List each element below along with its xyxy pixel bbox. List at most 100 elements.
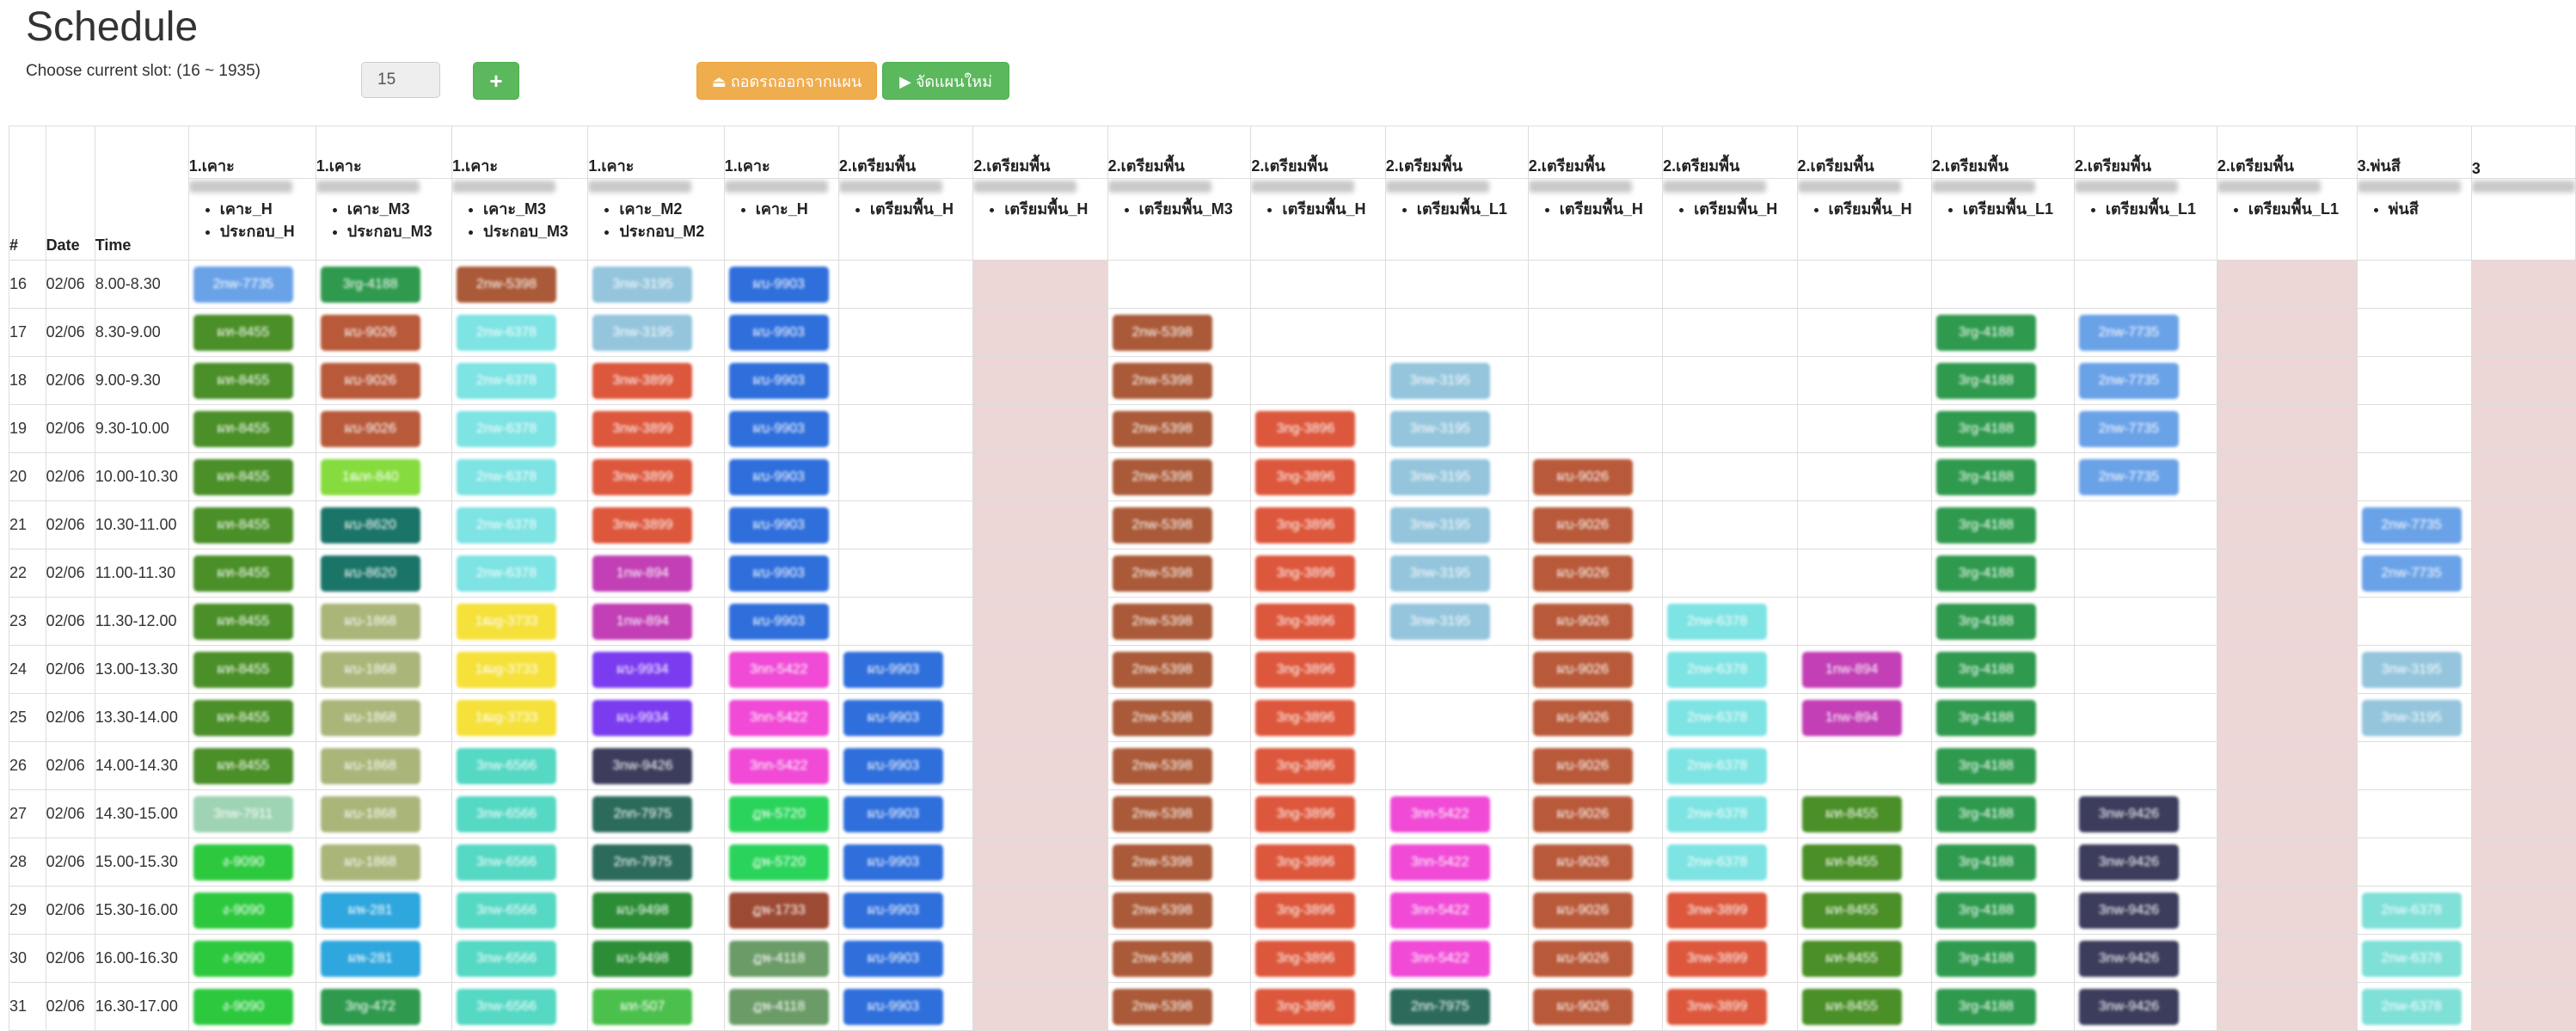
car-chip[interactable]: 3rg-4188: [1935, 940, 2036, 977]
car-chip[interactable]: 3nw-3195: [592, 314, 693, 351]
car-chip[interactable]: ผบ-9903: [728, 314, 829, 351]
car-chip[interactable]: ง-9090: [193, 940, 293, 977]
car-chip[interactable]: 3ng-472: [320, 988, 420, 1025]
car-chip[interactable]: 2nw-5398: [1112, 458, 1212, 495]
car-chip[interactable]: ผท-8455: [1801, 988, 1902, 1025]
car-chip[interactable]: 3nw-9426: [592, 747, 693, 784]
car-chip[interactable]: 3ng-3896: [1255, 555, 1356, 592]
car-chip[interactable]: ผบ-1868: [320, 747, 420, 784]
car-chip[interactable]: ผบ-9026: [1532, 458, 1633, 495]
car-chip[interactable]: 3rg-4188: [1935, 795, 2036, 832]
car-chip[interactable]: ผท-8455: [193, 410, 293, 447]
car-chip[interactable]: ผบ-1868: [320, 844, 420, 881]
car-chip[interactable]: 2nn-7975: [1389, 988, 1490, 1025]
car-chip[interactable]: 1ฒท-840: [320, 458, 420, 495]
car-chip[interactable]: 2nw-7735: [2361, 555, 2462, 592]
car-chip[interactable]: ผบ-9026: [1532, 940, 1633, 977]
car-chip[interactable]: 2nw-5398: [1112, 988, 1212, 1025]
car-chip[interactable]: 3rg-4188: [1935, 410, 2036, 447]
car-chip[interactable]: ผบ-9026: [1532, 795, 1633, 832]
car-chip[interactable]: 3nw-9426: [2078, 844, 2179, 881]
current-slot-input[interactable]: [361, 62, 440, 98]
car-chip[interactable]: ผบ-8620: [320, 555, 420, 592]
car-chip[interactable]: ผท-8455: [1801, 892, 1902, 929]
car-chip[interactable]: ผบ-9903: [728, 555, 829, 592]
car-chip[interactable]: ผบ-9498: [592, 940, 693, 977]
car-chip[interactable]: ผท-8455: [193, 555, 293, 592]
car-chip[interactable]: ผบ-1868: [320, 603, 420, 640]
car-chip[interactable]: ผบ-1868: [320, 651, 420, 688]
car-chip[interactable]: ผท-8455: [193, 699, 293, 736]
car-chip[interactable]: 3nw-9426: [2078, 940, 2179, 977]
car-chip[interactable]: 3ng-3896: [1255, 651, 1356, 688]
car-chip[interactable]: 3nw-3899: [1667, 988, 1768, 1025]
car-chip[interactable]: ผท-8455: [193, 506, 293, 543]
car-chip[interactable]: ผบ-9934: [592, 699, 693, 736]
car-chip[interactable]: 3nn-5422: [1389, 892, 1490, 929]
car-chip[interactable]: 2nw-6378: [1667, 795, 1768, 832]
car-chip[interactable]: ฎพ-4118: [728, 988, 829, 1025]
car-chip[interactable]: ผบ-8620: [320, 506, 420, 543]
car-chip[interactable]: 2nw-5398: [457, 266, 557, 303]
car-chip[interactable]: ผบ-9903: [843, 747, 943, 784]
car-chip[interactable]: 2nw-6378: [457, 314, 557, 351]
car-chip[interactable]: ผบ-9903: [843, 844, 943, 881]
car-chip[interactable]: ผบ-9026: [1532, 603, 1633, 640]
car-chip[interactable]: 2nw-6378: [2361, 988, 2462, 1025]
car-chip[interactable]: ผบ-9026: [320, 410, 420, 447]
car-chip[interactable]: ผท-8455: [193, 603, 293, 640]
car-chip[interactable]: 2nw-5398: [1112, 410, 1212, 447]
car-chip[interactable]: 3nw-9426: [2078, 892, 2179, 929]
replan-button[interactable]: ▶ จัดแผนใหม่: [882, 62, 1009, 100]
car-chip[interactable]: 2nw-6378: [457, 410, 557, 447]
car-chip[interactable]: 3ng-3896: [1255, 506, 1356, 543]
car-chip[interactable]: 2nw-5398: [1112, 651, 1212, 688]
car-chip[interactable]: 2nw-5398: [1112, 314, 1212, 351]
car-chip[interactable]: ผบ-9903: [843, 699, 943, 736]
car-chip[interactable]: 2nw-7735: [2078, 362, 2179, 399]
car-chip[interactable]: 3rg-4188: [1935, 651, 2036, 688]
car-chip[interactable]: 2nw-5398: [1112, 603, 1212, 640]
car-chip[interactable]: 3ng-3896: [1255, 458, 1356, 495]
car-chip[interactable]: 2nw-6378: [1667, 844, 1768, 881]
car-chip[interactable]: 3nw-3195: [2361, 699, 2462, 736]
car-chip[interactable]: 3nn-5422: [728, 699, 829, 736]
car-chip[interactable]: ผบ-9934: [592, 651, 693, 688]
car-chip[interactable]: 2nw-6378: [2361, 940, 2462, 977]
car-chip[interactable]: ผบ-9026: [1532, 988, 1633, 1025]
car-chip[interactable]: 1nw-894: [592, 603, 693, 640]
car-chip[interactable]: 3nw-3195: [1389, 458, 1490, 495]
car-chip[interactable]: ผท-8455: [193, 362, 293, 399]
car-chip[interactable]: 2nw-5398: [1112, 940, 1212, 977]
car-chip[interactable]: 3nw-3195: [1389, 410, 1490, 447]
car-chip[interactable]: ผบ-9026: [1532, 555, 1633, 592]
car-chip[interactable]: 1nw-894: [1801, 651, 1902, 688]
car-chip[interactable]: 3ng-3896: [1255, 747, 1356, 784]
car-chip[interactable]: 3rg-4188: [1935, 747, 2036, 784]
car-chip[interactable]: 1ฒg-3733: [457, 603, 557, 640]
car-chip[interactable]: 3nw-3195: [592, 266, 693, 303]
car-chip[interactable]: 3ng-3896: [1255, 699, 1356, 736]
car-chip[interactable]: 3nw-6566: [457, 844, 557, 881]
car-chip[interactable]: ผท-8455: [1801, 940, 1902, 977]
car-chip[interactable]: ผบ-9903: [728, 410, 829, 447]
add-slot-button[interactable]: +: [473, 62, 519, 100]
car-chip[interactable]: 2nw-6378: [457, 555, 557, 592]
car-chip[interactable]: ผบ-9903: [728, 603, 829, 640]
car-chip[interactable]: 3rg-4188: [1935, 555, 2036, 592]
car-chip[interactable]: ผบ-1868: [320, 795, 420, 832]
car-chip[interactable]: ผบ-1868: [320, 699, 420, 736]
car-chip[interactable]: ผท-8455: [1801, 844, 1902, 881]
car-chip[interactable]: 3nw-9426: [2078, 795, 2179, 832]
car-chip[interactable]: 3rg-4188: [1935, 988, 2036, 1025]
car-chip[interactable]: ฎพ-5720: [728, 844, 829, 881]
car-chip[interactable]: 2nw-7735: [193, 266, 293, 303]
car-chip[interactable]: ฎพ-4118: [728, 940, 829, 977]
car-chip[interactable]: ผบ-9903: [843, 651, 943, 688]
car-chip[interactable]: 3ng-3896: [1255, 892, 1356, 929]
car-chip[interactable]: ผบ-9903: [843, 795, 943, 832]
car-chip[interactable]: 3nn-5422: [1389, 795, 1490, 832]
car-chip[interactable]: ผท-8455: [193, 458, 293, 495]
car-chip[interactable]: 2nw-6378: [1667, 747, 1768, 784]
car-chip[interactable]: 3rg-4188: [320, 266, 420, 303]
